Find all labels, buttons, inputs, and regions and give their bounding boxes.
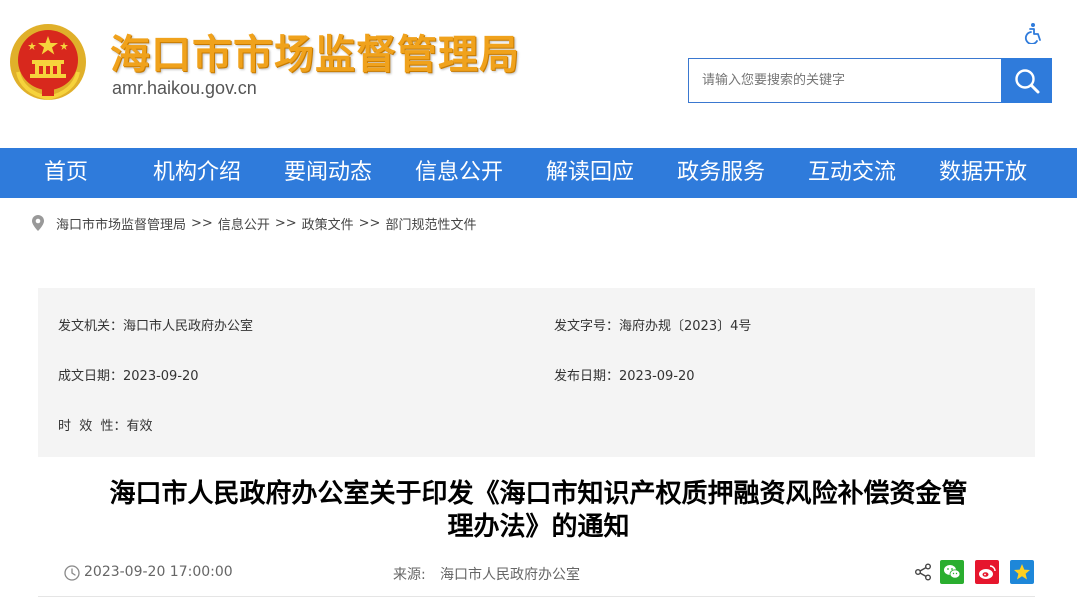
- search-icon: [1014, 68, 1039, 93]
- qzone-star-icon: [1014, 564, 1030, 580]
- breadcrumb: 海口市市场监督管理局 >> 信息公开 >> 政策文件 >> 部门规范性文件: [32, 213, 476, 233]
- share-wechat-button[interactable]: [940, 560, 964, 584]
- meta-created-value: 2023-09-20: [123, 369, 199, 384]
- nav-item-about[interactable]: 机构介绍: [153, 148, 241, 198]
- breadcrumb-separator: >>: [358, 215, 381, 231]
- article-datetime: 2023-09-20 17:00:00: [84, 564, 233, 580]
- share-weibo-button[interactable]: [975, 560, 999, 584]
- nav-item-services[interactable]: 政务服务: [677, 148, 765, 198]
- source-value: 海口市人民政府办公室: [440, 567, 580, 583]
- meta-validity-value: 有效: [126, 419, 153, 434]
- document-meta-box: 发文机关：海口市人民政府办公室 发文字号：海府办规〔2023〕4号 成文日期：2…: [38, 288, 1035, 457]
- nav-item-interaction[interactable]: 互动交流: [808, 148, 896, 198]
- meta-published-label: 发布日期：: [554, 369, 620, 384]
- meta-doc-number-value: 海府办规〔2023〕4号: [619, 319, 752, 334]
- meta-published-date: 发布日期：2023-09-20: [554, 365, 695, 384]
- breadcrumb-separator: >>: [274, 215, 297, 231]
- meta-issuer-label: 发文机关：: [58, 319, 124, 334]
- wechat-icon: [944, 565, 961, 579]
- share-qzone-button[interactable]: [1010, 560, 1034, 584]
- nav-item-news[interactable]: 要闻动态: [284, 148, 372, 198]
- meta-validity-label: 时 效 性：: [58, 419, 127, 434]
- clock-icon: [64, 565, 80, 581]
- breadcrumb-separator: >>: [191, 215, 213, 231]
- nav-item-info-disclosure[interactable]: 信息公开: [415, 148, 503, 198]
- site-title[interactable]: 海口市市场监督管理局: [110, 22, 520, 80]
- accessibility-icon[interactable]: [1022, 22, 1044, 44]
- nav-item-open-data[interactable]: 数据开放: [939, 148, 1027, 198]
- search-button[interactable]: [1001, 58, 1052, 103]
- breadcrumb-item-home[interactable]: 海口市市场监督管理局: [56, 214, 186, 233]
- main-nav: 首页 机构介绍 要闻动态 信息公开 解读回应 政务服务 互动交流 数据开放: [0, 148, 1077, 198]
- weibo-icon: [979, 565, 996, 579]
- site-domain: amr.haikou.gov.cn: [112, 78, 257, 98]
- breadcrumb-item-regulations[interactable]: 部门规范性文件: [385, 214, 476, 233]
- meta-published-value: 2023-09-20: [619, 369, 695, 384]
- share-icon[interactable]: [914, 563, 932, 581]
- meta-issuer-value: 海口市人民政府办公室: [123, 319, 254, 334]
- breadcrumb-item-info[interactable]: 信息公开: [218, 214, 270, 233]
- nav-item-home[interactable]: 首页: [44, 148, 88, 198]
- meta-created-date: 成文日期：2023-09-20: [58, 365, 199, 384]
- breadcrumb-item-policy[interactable]: 政策文件: [302, 214, 354, 233]
- nav-item-interpretation[interactable]: 解读回应: [546, 148, 634, 198]
- meta-validity: 时 效 性：有效: [58, 415, 153, 434]
- meta-doc-number-label: 发文字号：: [554, 319, 620, 334]
- national-emblem-logo[interactable]: [8, 22, 88, 102]
- divider: [38, 596, 1035, 597]
- article-info-row: 2023-09-20 17:00:00 来源: 海口市人民政府办公室: [38, 558, 1038, 588]
- article-title-line1: 海口市人民政府办公室关于印发《海口市知识产权质押融资风险补偿资金管: [109, 479, 968, 509]
- article-title-line2: 理办法》的通知: [447, 512, 630, 542]
- source-label: 来源:: [393, 567, 426, 583]
- site-header: 海口市市场监督管理局 amr.haikou.gov.cn: [0, 0, 1077, 148]
- article-title: 海口市人民政府办公室关于印发《海口市知识产权质押融资风险补偿资金管 理办法》的通…: [30, 478, 1047, 544]
- location-pin-icon: [32, 215, 44, 231]
- search-input[interactable]: [688, 58, 1002, 103]
- meta-doc-number: 发文字号：海府办规〔2023〕4号: [554, 315, 751, 334]
- meta-created-label: 成文日期：: [58, 369, 124, 384]
- meta-issuer: 发文机关：海口市人民政府办公室: [58, 315, 253, 334]
